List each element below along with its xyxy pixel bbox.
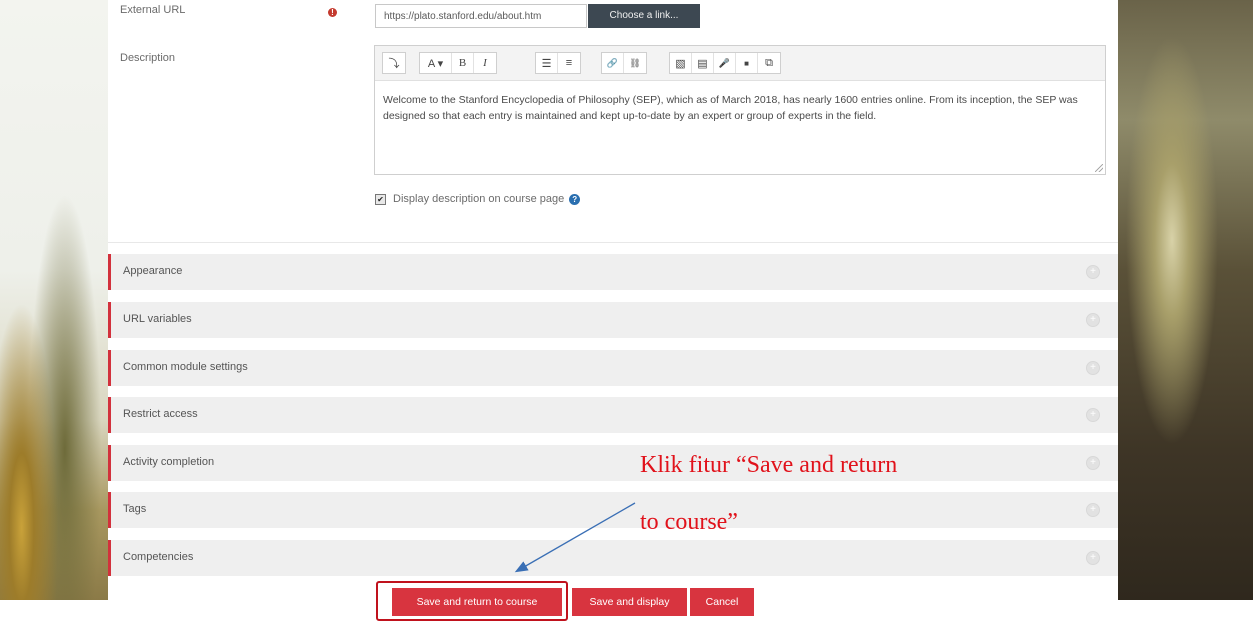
annotation-text-line1: Klik fitur “Save and return [640,452,898,478]
arrow-line [514,502,636,573]
annotation-text-line2: to course” [640,509,738,535]
annotation-arrow [514,502,636,573]
